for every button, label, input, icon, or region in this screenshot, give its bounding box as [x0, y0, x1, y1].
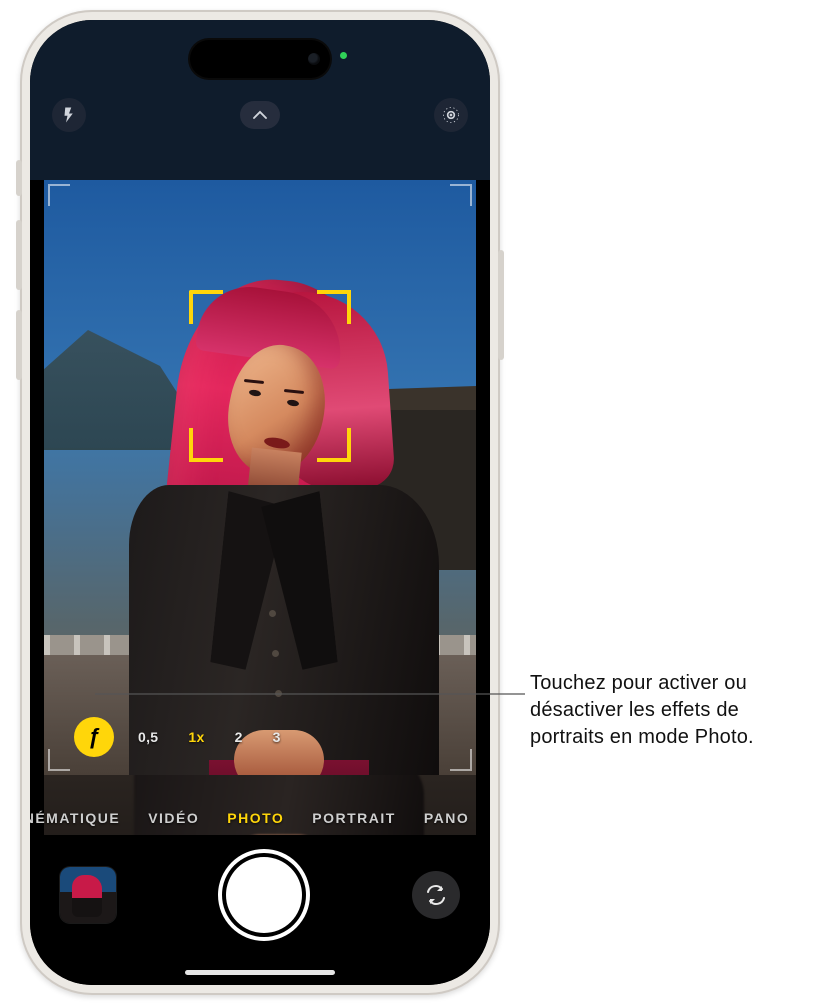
- mode-video[interactable]: VIDÉO: [148, 810, 199, 826]
- mode-pano[interactable]: PANO: [424, 810, 469, 826]
- live-photo-button[interactable]: [434, 98, 468, 132]
- camera-controls-chevron[interactable]: [240, 101, 280, 129]
- zoom-3x[interactable]: 3: [267, 723, 287, 751]
- mode-portrait[interactable]: PORTRAIT: [312, 810, 396, 826]
- flash-button[interactable]: [52, 98, 86, 132]
- zoom-0-5x[interactable]: 0,5: [132, 723, 164, 751]
- last-photo-thumbnail[interactable]: [60, 867, 116, 923]
- camera-in-use-dot: [340, 52, 347, 59]
- depth-control-button[interactable]: ƒ: [74, 717, 114, 757]
- live-photo-icon: [441, 105, 461, 125]
- bottom-controls: [30, 835, 490, 985]
- flip-camera-icon: [424, 883, 448, 907]
- chevron-up-icon: [251, 109, 269, 121]
- mode-selector[interactable]: CINÉMATIQUE VIDÉO PHOTO PORTRAIT PANO: [30, 801, 490, 835]
- zoom-2x[interactable]: 2: [229, 723, 249, 751]
- flip-camera-button[interactable]: [412, 871, 460, 919]
- depth-f-symbol: ƒ: [88, 724, 100, 750]
- callout-text: Touchez pour activer ou désactiver les e…: [530, 670, 800, 751]
- zoom-controls: ƒ 0,5 1x 2 3: [74, 717, 287, 757]
- mode-cinematique[interactable]: CINÉMATIQUE: [30, 810, 120, 826]
- zoom-1x[interactable]: 1x: [182, 723, 210, 751]
- flash-icon: [60, 106, 78, 124]
- shutter-button[interactable]: [226, 857, 302, 933]
- home-indicator[interactable]: [185, 970, 335, 975]
- mode-photo[interactable]: PHOTO: [227, 810, 284, 826]
- dynamic-island: [190, 40, 330, 78]
